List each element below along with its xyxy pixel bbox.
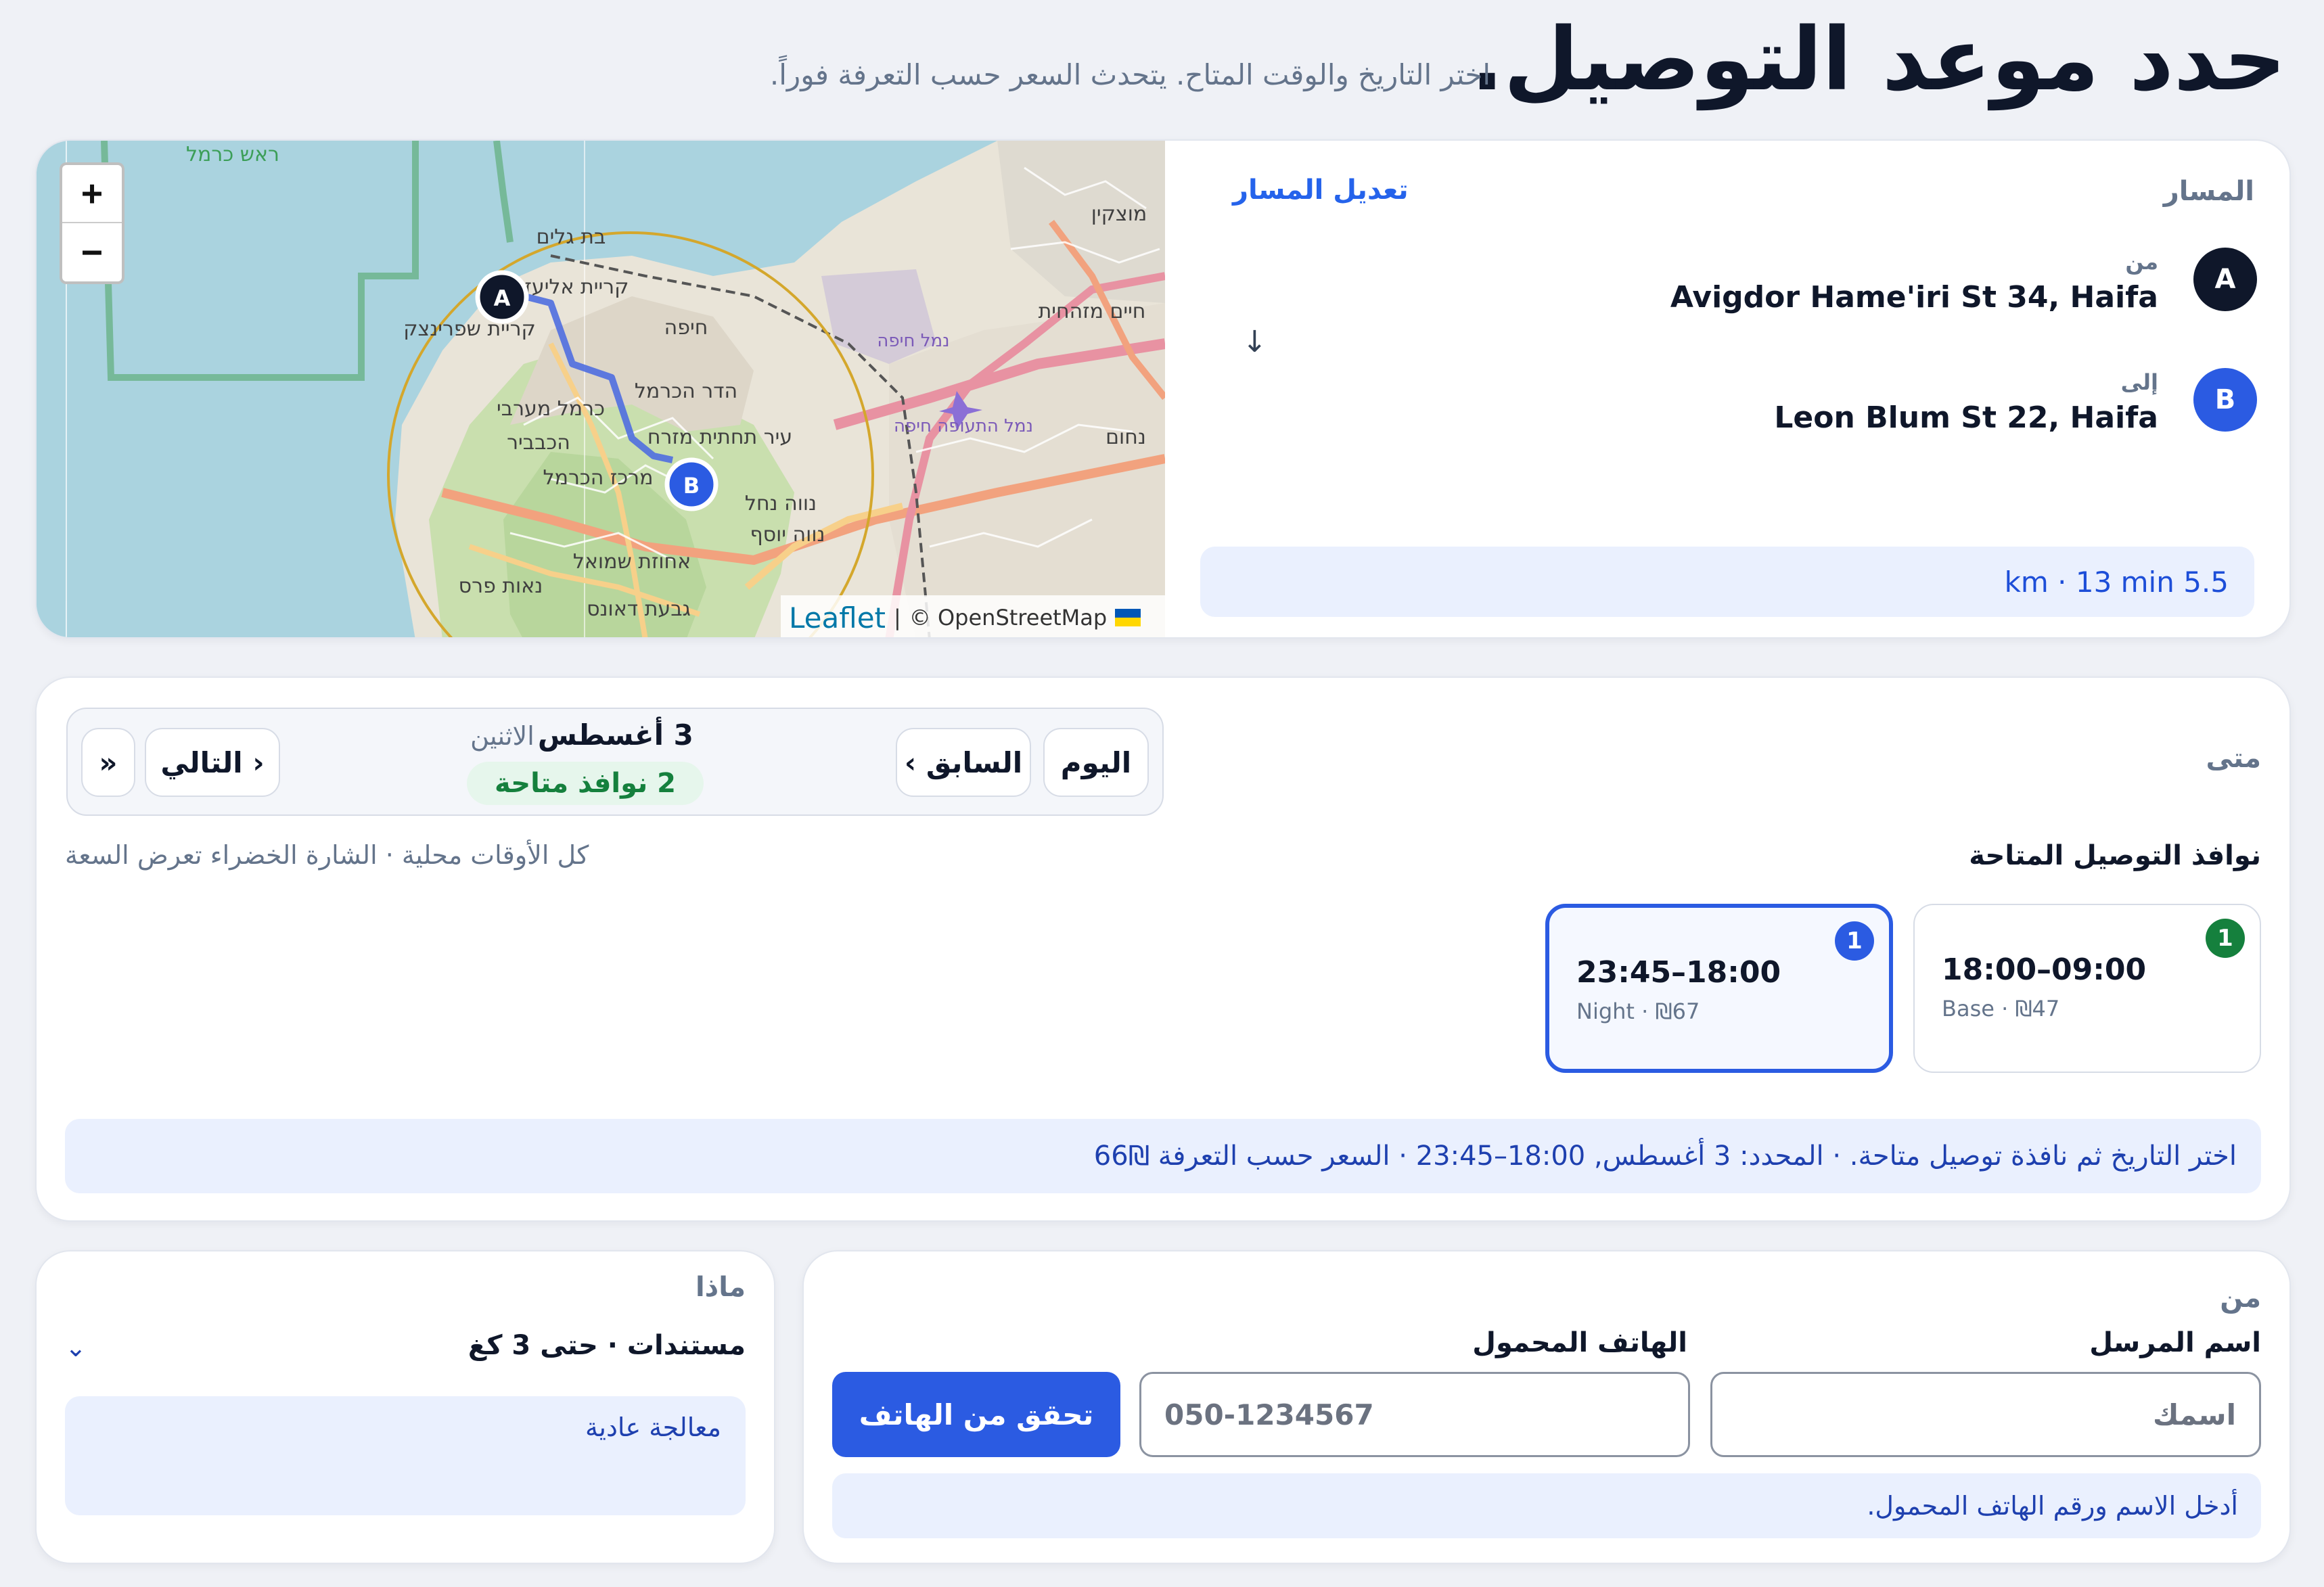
slot-time: 23:45–18:00 — [1576, 955, 1781, 990]
map-place-label: ראש כרמל — [186, 143, 279, 166]
map-place-label: נמל התעופה חיפה — [894, 416, 1033, 436]
map-place-label: כרמל מערבי — [497, 397, 605, 421]
what-section-label: ماذا — [695, 1272, 746, 1303]
parcel-type-value: مستندات · حتى 3 كغ — [468, 1330, 746, 1361]
sender-name-input[interactable] — [1710, 1372, 2261, 1457]
page-subtitle: اختر التاريخ والوقت المتاح. يتحدث السعر … — [769, 58, 1490, 91]
map-marker-a[interactable]: A — [475, 270, 529, 324]
destination-badge: B — [2193, 368, 2257, 432]
sender-phone-input[interactable] — [1139, 1372, 1690, 1457]
sender-name-label: اسم المرسل — [2089, 1327, 2261, 1358]
zoom-in-button[interactable]: + — [62, 165, 122, 223]
origin-caption: من — [2125, 249, 2158, 275]
svg-text:B: B — [683, 473, 700, 499]
map-place-label: נמל חיפה — [877, 331, 949, 351]
slot-rate: Base · ₪47 — [1942, 996, 2060, 1021]
slot-night[interactable]: 23:45–18:00 Night · ₪67 1 — [1545, 904, 1893, 1073]
capacity-badge: 1 — [1835, 921, 1874, 961]
selected-date: 3 أغسطس الاثنين — [460, 718, 704, 752]
route-section-label: المسار — [2163, 176, 2254, 207]
map-attribution: Leaflet | © OpenStreetMap — [781, 595, 1165, 637]
attribution-separator: | — [894, 605, 901, 630]
zoom-out-button[interactable]: − — [62, 223, 122, 281]
date-navigator: اليوم ‹ السابق 3 أغسطس الاثنين 2 نوافذ م… — [66, 708, 1164, 816]
slot-rate: Night · ₪67 — [1576, 998, 1700, 1024]
map-tiles: ראש כרמל בת גלים קריית אליעזר קריית שפרי… — [37, 141, 1165, 637]
when-card: متى اليوم ‹ السابق 3 أغسطس الاثنين 2 نوا… — [35, 676, 2291, 1222]
slots-title: نوافذ التوصيل المتاحة — [1969, 840, 2261, 871]
svg-text:A: A — [494, 285, 511, 311]
map-place-label: הכבביר — [507, 431, 570, 455]
osm-attribution[interactable]: © OpenStreetMap — [909, 605, 1107, 630]
map-place-label: עיר תחתית מזרח — [647, 426, 792, 449]
next-day-button[interactable]: التالي › — [145, 728, 280, 797]
map-place-label: גבעת דאונס — [587, 597, 691, 621]
map-place-label: חיים מזהחית — [1039, 300, 1146, 323]
map-place-label: חיפה — [664, 316, 708, 340]
selection-summary: اختر التاريخ ثم نافذة توصيل متاحة. · الم… — [65, 1119, 2261, 1193]
selected-date-day: 3 أغسطس — [537, 718, 693, 752]
map-zoom-control: + − — [60, 162, 124, 284]
route-distance-eta: km · 13 min 5.5 — [1200, 547, 2254, 617]
map-place-label: נווה יוסף — [750, 523, 825, 547]
sender-phone-label: الهاتف المحمول — [1472, 1327, 1687, 1358]
map-place-label: נווה נחל — [745, 492, 817, 515]
chevron-down-icon: ⌄ — [65, 1333, 87, 1362]
capacity-badge: 1 — [2206, 919, 2245, 958]
sender-card: من اسم المرسل الهاتف المحمول تحقق من اله… — [802, 1250, 2291, 1564]
sender-section-label: من — [2220, 1283, 2261, 1314]
jump-forward-button[interactable]: » — [81, 728, 135, 797]
map-place-label: קריית שפרינצק — [403, 317, 536, 341]
verify-phone-button[interactable]: تحقق من الهاتف — [832, 1372, 1120, 1457]
route-details: المسار تعديل المسار A من Avigdor Hame'ir… — [1165, 141, 2289, 637]
leaflet-link[interactable]: Leaflet — [789, 601, 886, 635]
destination-address: Leon Blum St 22, Haifa — [1774, 400, 2158, 435]
map-place-label: נאות פרס — [459, 574, 543, 598]
map-place-label: נחום — [1106, 426, 1146, 449]
map-place-label: אחוזת שמואל — [573, 550, 691, 574]
origin-address: Avigdor Hame'iri St 34, Haifa — [1670, 280, 2158, 315]
origin-badge: A — [2193, 248, 2257, 311]
map-place-label: בת גלים — [537, 225, 606, 249]
when-section-label: متى — [2206, 743, 2261, 774]
selected-date-weekday: الاثنين — [470, 721, 534, 751]
previous-day-button[interactable]: ‹ السابق — [896, 728, 1031, 797]
map-place-label: מרכז הכרמל — [543, 466, 654, 490]
destination-caption: إلى — [2120, 369, 2158, 395]
route-map[interactable]: ראש כרמל בת גלים קריית אליעזר קריית שפרי… — [37, 141, 1165, 637]
map-place-label: מוצקין — [1091, 202, 1147, 226]
map-marker-b[interactable]: B — [664, 457, 719, 511]
sender-hint: أدخل الاسم ورقم الهاتف المحمول. — [832, 1473, 2261, 1538]
parcel-type-select[interactable]: مستندات · حتى 3 كغ ⌄ — [65, 1326, 746, 1373]
map-place-label: הדר הכרמל — [635, 380, 737, 403]
edit-route-link[interactable]: تعديل المسار — [1233, 175, 1409, 206]
handling-note: معالجة عادية — [65, 1396, 746, 1515]
arrow-down-icon: ↓ — [1242, 325, 1267, 359]
page-title: حدد موعد التوصيل. — [1470, 9, 2286, 110]
slot-base[interactable]: 18:00–09:00 Base · ₪47 1 — [1913, 904, 2261, 1073]
map-place-label: קריית אליעזר — [514, 275, 629, 299]
ukraine-flag-icon — [1115, 609, 1141, 626]
slot-time: 18:00–09:00 — [1942, 952, 2147, 987]
slots-hint: كل الأوقات محلية · الشارة الخضراء تعرض ا… — [65, 840, 589, 870]
available-windows-badge: 2 نوافذ متاحة — [467, 762, 704, 805]
what-card: ماذا مستندات · حتى 3 كغ ⌄ معالجة عادية — [35, 1250, 775, 1564]
route-card: ראש כרמל בת גלים קריית אליעזר קריית שפרי… — [35, 139, 2291, 639]
today-button[interactable]: اليوم — [1043, 728, 1149, 797]
